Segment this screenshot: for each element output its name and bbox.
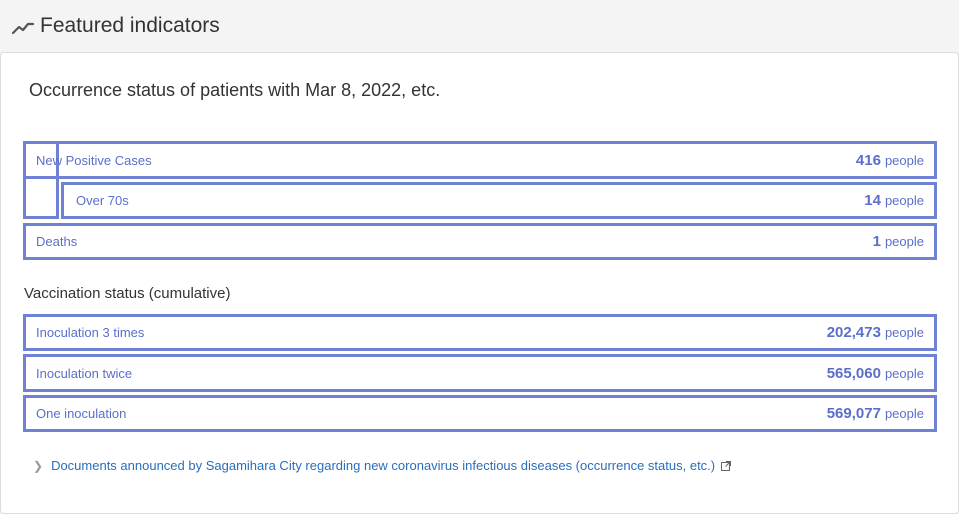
value-unit: people [884, 193, 924, 208]
documents-link[interactable]: Documents announced by Sagamihara City r… [51, 458, 715, 473]
row-value: 1 people [873, 233, 924, 250]
external-link-icon [721, 460, 732, 471]
row-label: Inoculation twice [36, 365, 133, 381]
one-inoculation-row[interactable]: One inoculation 569,077 people [23, 395, 937, 432]
value-unit: people [884, 365, 924, 381]
row-label: Deaths [36, 234, 78, 249]
indicators-card: Occurrence status of patients with Mar 8… [0, 52, 959, 514]
inoculation-3-times-row[interactable]: Inoculation 3 times 202,473 people [23, 314, 937, 351]
value-unit: people [884, 152, 924, 168]
new-positive-cases-row[interactable]: New Positive Cases 416 people [23, 141, 937, 179]
value-number: 565,060 [826, 364, 881, 382]
row-label: Over 70s [76, 193, 129, 208]
row-value: 202,473 people [827, 324, 924, 341]
row-value: 14 people [864, 192, 924, 209]
value-number: 14 [864, 192, 881, 209]
inoculation-twice-row[interactable]: Inoculation twice 565,060 people [23, 354, 937, 392]
page-title: Featured indicators [40, 14, 220, 37]
value-unit: people [884, 234, 924, 249]
deaths-row[interactable]: Deaths 1 people [23, 223, 937, 260]
occurrence-subtitle: Occurrence status of patients with Mar 8… [29, 80, 441, 100]
value-number: 569,077 [826, 405, 881, 422]
row-value: 416 people [856, 152, 924, 169]
row-label: Inoculation 3 times [36, 325, 145, 340]
page-header: Featured indicators [0, 0, 959, 52]
row-value: 569,077 people [827, 405, 924, 422]
row-label: New Positive Cases [36, 152, 152, 168]
value-unit: people [884, 325, 924, 340]
chevron-right-icon: ❯ [33, 458, 44, 473]
row-value: 565,060 people [827, 365, 924, 382]
value-number: 1 [872, 233, 881, 250]
value-number: 202,473 [826, 324, 881, 341]
vaccination-title: Vaccination status (cumulative) [24, 285, 231, 302]
value-number: 416 [855, 151, 881, 169]
over-70s-row[interactable]: Over 70s 14 people [61, 182, 937, 219]
row-label: One inoculation [36, 406, 127, 421]
documents-link-row[interactable]: ❯ Documents announced by Sagamihara City… [33, 458, 732, 473]
trend-line-icon [12, 22, 34, 35]
value-unit: people [884, 406, 924, 421]
